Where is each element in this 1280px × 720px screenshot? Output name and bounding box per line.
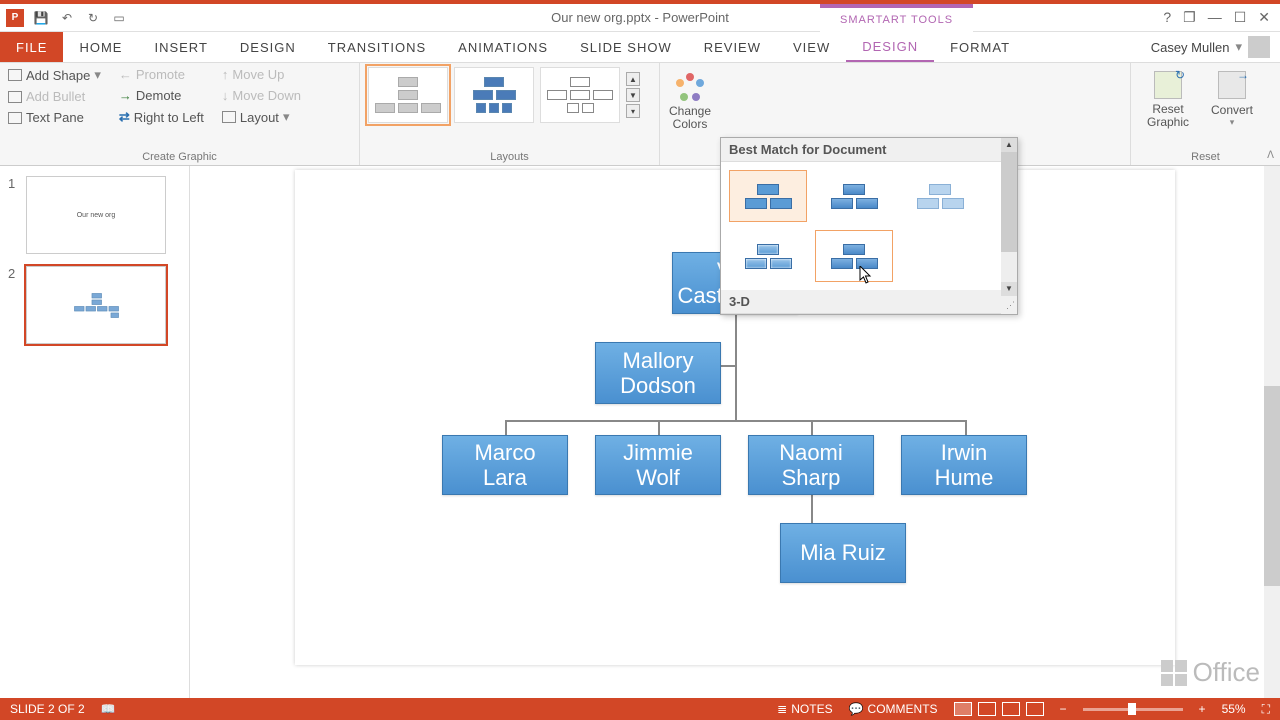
layouts-scroll-up-icon[interactable]: ▲ [626, 72, 640, 86]
canvas-scrollbar[interactable] [1264, 166, 1280, 698]
style-item-1[interactable] [729, 170, 807, 222]
document-title: Our new org.pptx - PowerPoint [551, 10, 729, 25]
slide-indicator: SLIDE 2 OF 2 [10, 702, 85, 716]
office-watermark: Office [1161, 657, 1260, 688]
status-bar: SLIDE 2 OF 2 📖 ≣NOTES 💬COMMENTS − + 55% … [0, 698, 1280, 720]
move-down-button[interactable]: ↓Move Down [222, 88, 301, 103]
text-pane-button[interactable]: Text Pane [8, 110, 101, 125]
smartart-styles-gallery: Best Match for Document 3-D ▲ ▼ ⋰ [720, 137, 1018, 315]
add-shape-button[interactable]: Add Shape▾ [8, 67, 101, 83]
tab-smartart-format[interactable]: FORMAT [934, 32, 1026, 62]
contextual-tab-label: SMARTART TOOLS [820, 4, 973, 32]
org-node-5[interactable]: Naomi Sharp [748, 435, 874, 495]
user-avatar-icon[interactable] [1248, 36, 1270, 58]
title-bar: P 💾 ↶ ↻ ▭ Our new org.pptx - PowerPoint … [0, 4, 1280, 32]
org-node-6[interactable]: Irwin Hume [901, 435, 1027, 495]
minimize-icon[interactable]: — [1208, 9, 1222, 26]
zoom-slider[interactable] [1083, 708, 1183, 711]
gallery-scroll-thumb[interactable] [1001, 152, 1017, 252]
layouts-scroll-down-icon[interactable]: ▼ [626, 88, 640, 102]
gallery-section-3d: 3-D [721, 290, 1017, 314]
change-colors-button[interactable]: Change Colors [659, 67, 721, 137]
reset-graphic-icon: ↻ [1154, 71, 1182, 99]
tab-home[interactable]: HOME [63, 32, 138, 62]
style-item-3[interactable] [901, 170, 979, 222]
layout-button[interactable]: Layout▾ [222, 109, 301, 125]
gallery-scroll-up-icon[interactable]: ▲ [1001, 138, 1017, 152]
close-icon[interactable]: ✕ [1258, 9, 1270, 26]
layout-thumb-2[interactable] [454, 67, 534, 123]
org-node-7[interactable]: Mia Ruiz [780, 523, 906, 583]
zoom-in-icon[interactable]: + [1199, 702, 1206, 716]
canvas-scroll-thumb[interactable] [1264, 386, 1280, 586]
ribbon-tabs: FILE HOME INSERT DESIGN TRANSITIONS ANIM… [0, 32, 1280, 62]
move-up-button[interactable]: ↑Move Up [222, 67, 301, 82]
tab-transitions[interactable]: TRANSITIONS [312, 32, 442, 62]
gallery-scroll-down-icon[interactable]: ▼ [1001, 282, 1017, 296]
tab-view[interactable]: VIEW [777, 32, 846, 62]
fit-to-window-icon[interactable]: ⛶ [1262, 702, 1270, 717]
tab-slideshow[interactable]: SLIDE SHOW [564, 32, 688, 62]
layout-thumb-3[interactable] [540, 67, 620, 123]
help-icon[interactable]: ? [1163, 9, 1171, 26]
tab-smartart-design[interactable]: DESIGN [846, 32, 934, 62]
zoom-level[interactable]: 55% [1222, 702, 1246, 716]
style-item-2[interactable] [815, 170, 893, 222]
ribbon: Add Shape▾ Add Bullet Text Pane ←Promote… [0, 62, 1280, 166]
mouse-cursor-icon [859, 266, 873, 284]
slide-thumb-2[interactable] [26, 266, 166, 344]
tab-animations[interactable]: ANIMATIONS [442, 32, 564, 62]
collapse-ribbon-icon[interactable]: ᐱ [1267, 150, 1274, 161]
zoom-out-icon[interactable]: − [1060, 702, 1067, 716]
tab-design[interactable]: DESIGN [224, 32, 312, 62]
change-colors-icon [676, 73, 704, 101]
group-label-reset: Reset [1139, 151, 1272, 165]
quick-access-toolbar: P 💾 ↶ ↻ ▭ [0, 9, 128, 27]
gallery-scrollbar[interactable]: ▲ ▼ [1001, 138, 1017, 296]
convert-button[interactable]: → Convert▾ [1203, 71, 1261, 128]
notes-button[interactable]: ≣NOTES [777, 702, 832, 716]
gallery-resize-handle[interactable]: ⋰ [1001, 298, 1017, 314]
redo-icon[interactable]: ↻ [84, 9, 102, 27]
slide-thumbnail-pane: 1 Our new org 2 [0, 166, 190, 698]
tab-file[interactable]: FILE [0, 32, 63, 62]
tab-review[interactable]: REVIEW [688, 32, 777, 62]
slide-number-2: 2 [8, 266, 20, 344]
convert-icon: → [1218, 71, 1246, 99]
reset-graphic-button[interactable]: ↻ Reset Graphic [1139, 71, 1197, 129]
slide-sorter-view-icon[interactable] [978, 702, 996, 716]
style-item-5[interactable] [815, 230, 893, 282]
slide-thumb-1[interactable]: Our new org [26, 176, 166, 254]
demote-button[interactable]: →Demote [119, 88, 204, 103]
comments-button[interactable]: 💬COMMENTS [849, 702, 938, 716]
user-name[interactable]: Casey Mullen [1151, 40, 1230, 55]
reading-view-icon[interactable] [1002, 702, 1020, 716]
layouts-more-icon[interactable]: ▾ [626, 104, 640, 118]
tab-insert[interactable]: INSERT [138, 32, 223, 62]
office-logo-icon [1161, 660, 1187, 686]
group-label-layouts: Layouts [368, 151, 651, 165]
main-area: 1 Our new org 2 [0, 166, 1280, 698]
maximize-icon[interactable]: ☐ [1234, 9, 1247, 26]
right-to-left-button[interactable]: ⇄Right to Left [119, 109, 204, 125]
start-from-beginning-icon[interactable]: ▭ [110, 9, 128, 27]
undo-icon[interactable]: ↶ [58, 9, 76, 27]
ribbon-display-icon[interactable]: ❐ [1183, 9, 1196, 26]
gallery-section-best-match: Best Match for Document [721, 138, 1017, 162]
save-icon[interactable]: 💾 [32, 9, 50, 27]
org-node-2[interactable]: Mallory Dodson [595, 342, 721, 404]
slideshow-view-icon[interactable] [1026, 702, 1044, 716]
spellcheck-icon[interactable]: 📖 [101, 702, 116, 716]
app-icon: P [6, 9, 24, 27]
promote-button[interactable]: ←Promote [119, 67, 204, 82]
slide-number-1: 1 [8, 176, 20, 254]
org-node-4[interactable]: Jimmie Wolf [595, 435, 721, 495]
normal-view-icon[interactable] [954, 702, 972, 716]
style-item-4[interactable] [729, 230, 807, 282]
layout-thumb-1[interactable] [368, 67, 448, 123]
add-bullet-button[interactable]: Add Bullet [8, 89, 101, 104]
org-node-3[interactable]: Marco Lara [442, 435, 568, 495]
group-label-create-graphic: Create Graphic [8, 151, 351, 165]
